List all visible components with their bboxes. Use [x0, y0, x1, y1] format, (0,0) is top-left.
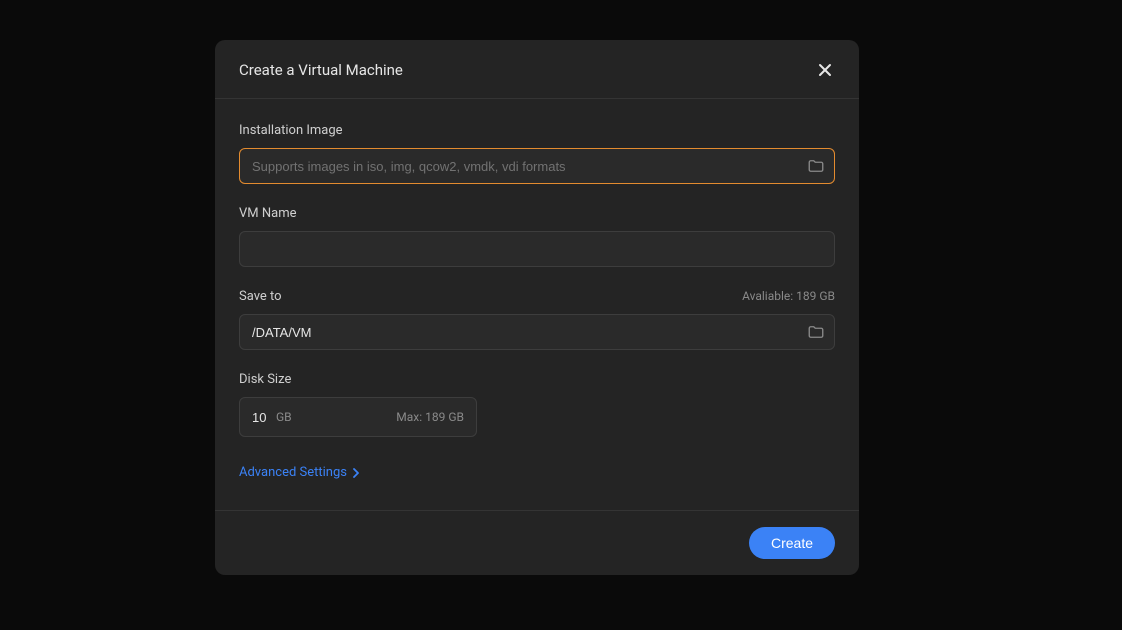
disk-size-field: GB Max: 189 GB [239, 397, 477, 437]
vm-name-label: VM Name [239, 206, 297, 221]
available-space: Avaliable: 189 GB [742, 289, 835, 303]
modal-header: Create a Virtual Machine [215, 40, 859, 99]
create-vm-modal: Create a Virtual Machine Installation Im… [215, 40, 859, 575]
save-to-input[interactable] [239, 314, 835, 350]
modal-footer: Create [215, 510, 859, 575]
advanced-settings-label: Advanced Settings [239, 465, 347, 480]
save-to-label: Save to [239, 289, 282, 304]
close-icon [818, 63, 832, 77]
vm-name-group: VM Name [239, 206, 835, 267]
chevron-right-icon [351, 468, 361, 478]
install-image-group: Installation Image [239, 123, 835, 184]
disk-size-label: Disk Size [239, 372, 291, 387]
close-button[interactable] [815, 60, 835, 80]
disk-size-group: Disk Size GB Max: 189 GB [239, 372, 835, 437]
save-to-group: Save to Avaliable: 189 GB [239, 289, 835, 350]
vm-name-input[interactable] [239, 231, 835, 267]
modal-body: Installation Image VM Name Save to [215, 99, 859, 510]
disk-size-unit: GB [276, 410, 292, 424]
advanced-settings-link[interactable]: Advanced Settings [239, 465, 361, 480]
save-to-browse-button[interactable] [807, 323, 825, 341]
folder-icon [807, 157, 825, 175]
install-image-label: Installation Image [239, 123, 343, 138]
folder-icon [807, 323, 825, 341]
install-image-browse-button[interactable] [807, 157, 825, 175]
install-image-input[interactable] [239, 148, 835, 184]
disk-size-max: Max: 189 GB [396, 410, 464, 424]
create-button[interactable]: Create [749, 527, 835, 559]
modal-title: Create a Virtual Machine [239, 61, 403, 79]
